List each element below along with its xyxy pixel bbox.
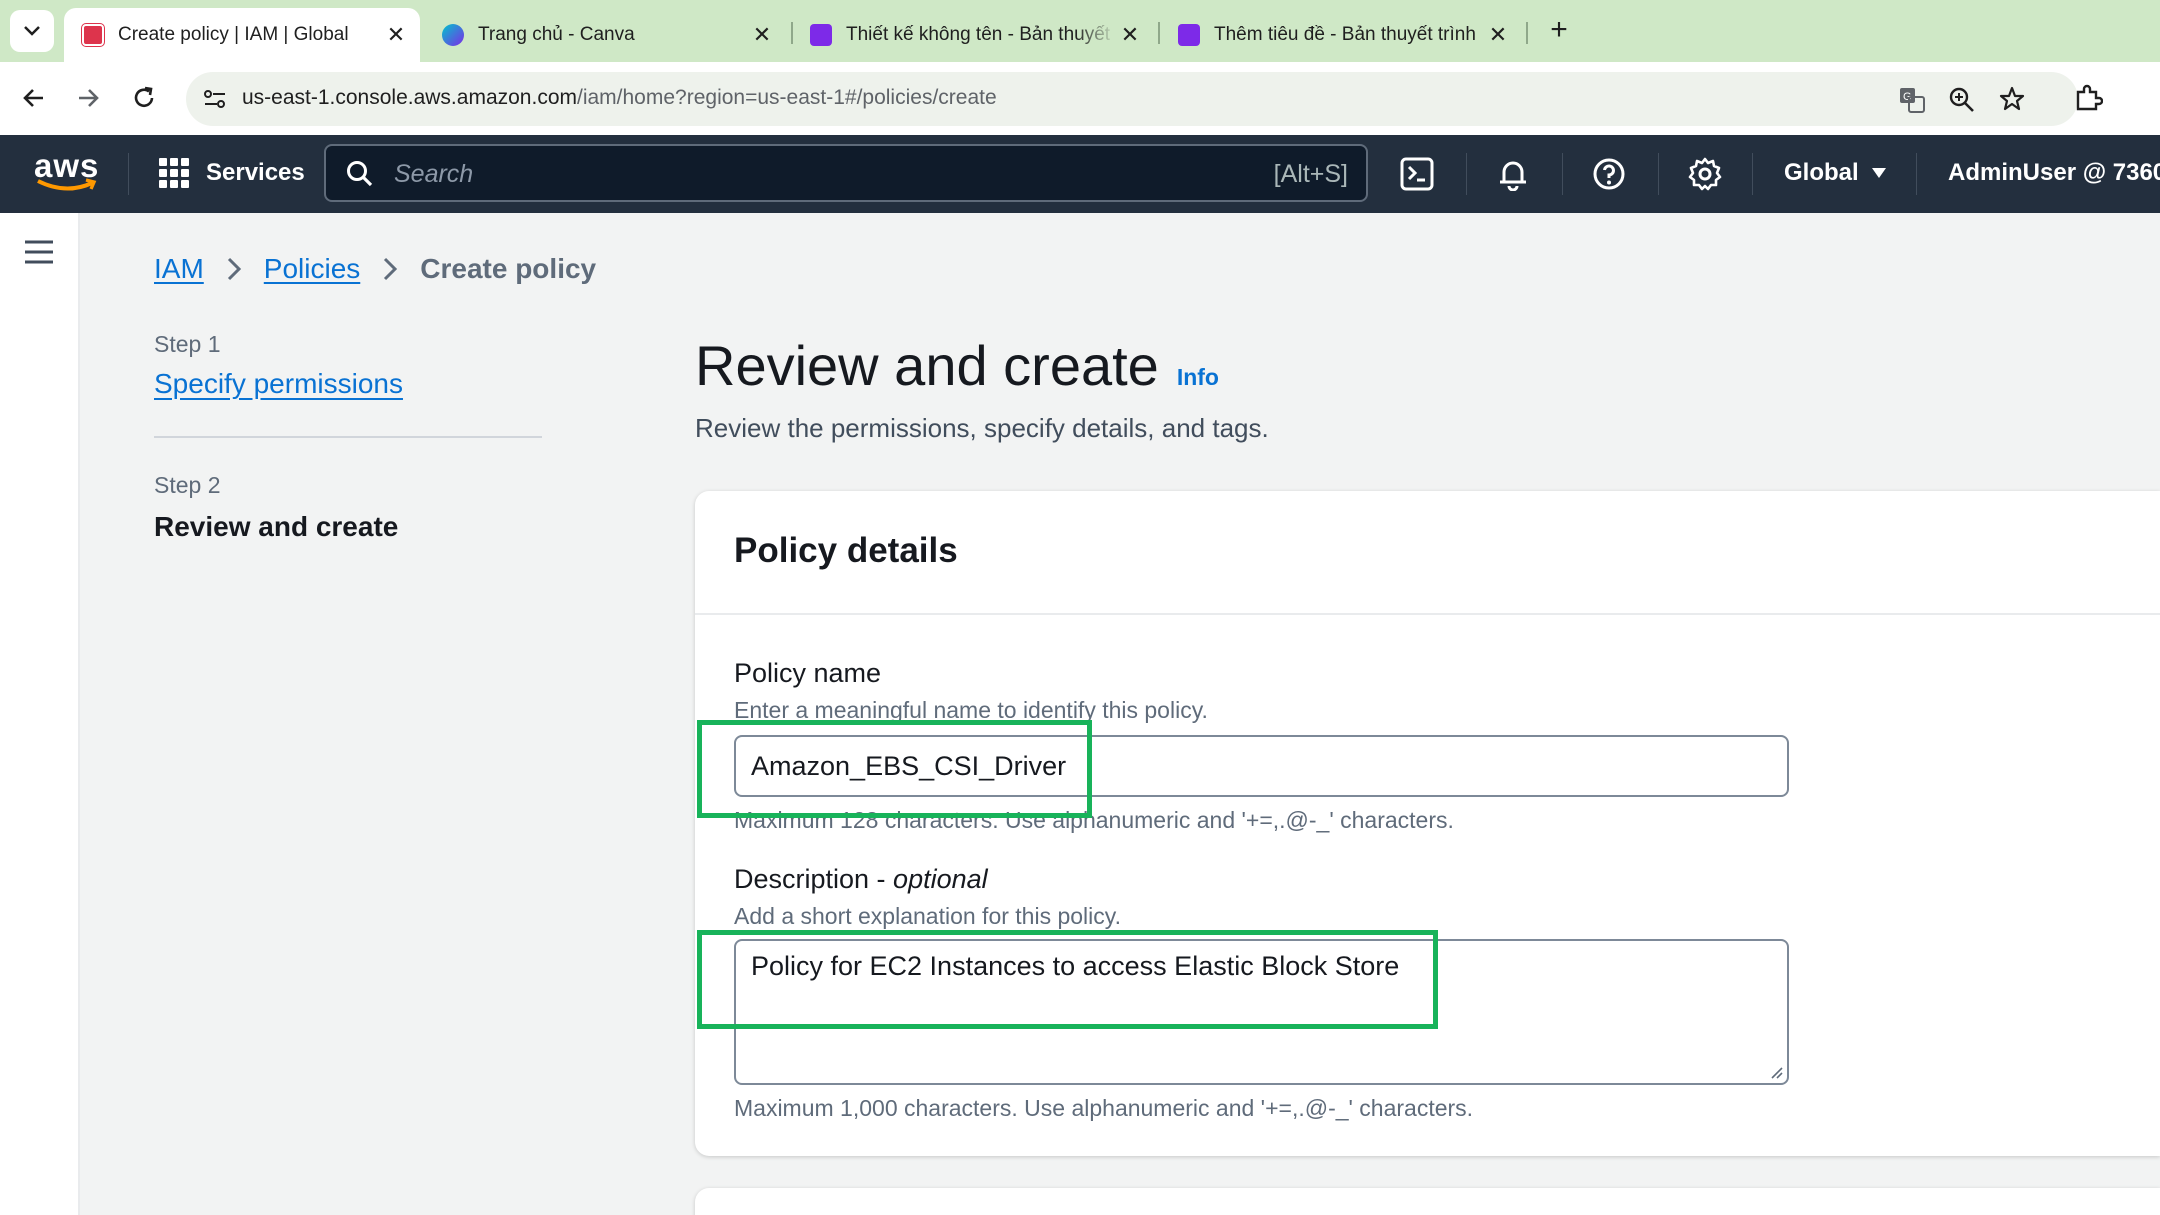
address-bar[interactable]: us-east-1.console.aws.amazon.com/iam/hom… (186, 72, 2078, 126)
tab-title: Thêm tiêu đề - Bản thuyết trình (1214, 24, 1476, 45)
tab-search-dropdown[interactable] (10, 10, 54, 52)
services-menu-button[interactable]: Services (158, 157, 305, 189)
forward-icon[interactable] (70, 80, 106, 116)
breadcrumb-iam-link[interactable]: IAM (154, 253, 204, 285)
canva-presentation-favicon-icon (1178, 24, 1200, 46)
main-content: IAM Policies Create policy Step 1 Specif… (80, 213, 2160, 1215)
help-icon[interactable] (1590, 155, 1628, 193)
description-label-text: Description - (734, 864, 894, 894)
browser-toolbar: us-east-1.console.aws.amazon.com/iam/hom… (0, 62, 2160, 135)
step-divider (154, 436, 542, 438)
browser-tab-bar: Create policy | IAM | Global ✕ Trang chủ… (0, 0, 2160, 62)
policy-name-label: Policy name (734, 658, 882, 688)
new-tab-button[interactable]: + (1540, 12, 1578, 50)
step-2-number: Step 2 (154, 472, 221, 498)
step-1-number: Step 1 (154, 331, 221, 357)
aws-console-header: aws Services Search [Alt+S] Global Admin… (0, 135, 2160, 213)
policy-details-panel: Policy details Policy name Enter a meani… (695, 491, 2160, 1156)
settings-gear-icon[interactable] (1686, 155, 1724, 193)
notifications-bell-icon[interactable] (1494, 155, 1532, 193)
next-panel (695, 1188, 2160, 1215)
services-label: Services (206, 159, 305, 186)
canva-presentation-favicon-icon (810, 24, 832, 46)
nav-divider (1752, 153, 1753, 195)
page-title-text: Review and create (695, 334, 1159, 397)
nav-divider (1466, 153, 1467, 195)
nav-divider (1562, 153, 1563, 195)
tab-canva-design[interactable]: Thiết kế không tên - Bản thuyết ✕ (792, 8, 1154, 62)
url-host: us-east-1.console.aws.amazon.com (242, 86, 577, 109)
aws-iam-favicon-icon (81, 23, 105, 47)
url-path: /iam/home?region=us-east-1#/policies/cre… (577, 86, 997, 109)
tab-title: Create policy | IAM | Global (118, 24, 349, 45)
breadcrumb-current: Create policy (420, 253, 597, 284)
close-icon[interactable]: ✕ (1116, 22, 1144, 48)
extensions-icon[interactable] (2070, 80, 2106, 116)
page-description: Review the permissions, specify details,… (695, 413, 1269, 443)
description-hint: Add a short explanation for this policy. (734, 903, 1121, 929)
translate-icon[interactable]: G (1898, 86, 1926, 114)
bookmark-star-icon[interactable] (1998, 85, 2026, 113)
caret-down-icon (1871, 168, 1886, 178)
back-icon[interactable] (16, 80, 52, 116)
tab-title: Trang chủ - Canva (478, 24, 635, 45)
tab-separator (1526, 22, 1528, 44)
region-label: Global (1784, 159, 1859, 186)
nav-divider (1658, 153, 1659, 195)
region-selector[interactable]: Global (1784, 159, 1887, 187)
step-1-link[interactable]: Specify permissions (154, 368, 542, 400)
url-text: us-east-1.console.aws.amazon.com/iam/hom… (242, 86, 997, 110)
annotation-highlight-box (697, 930, 1438, 1029)
aws-logo[interactable]: aws (34, 147, 98, 195)
cloudshell-icon[interactable] (1398, 155, 1436, 193)
resize-grip-icon[interactable] (1769, 1065, 1783, 1079)
search-input[interactable]: Search [Alt+S] (324, 144, 1368, 202)
description-label: Description - optional (734, 864, 988, 895)
wizard-steps: Step 1 Specify permissions Step 2 Review… (154, 331, 542, 543)
optional-label: optional (893, 864, 988, 894)
side-navigation (0, 213, 80, 1215)
search-placeholder: Search (394, 160, 474, 188)
search-shortcut: [Alt+S] (1273, 160, 1348, 188)
chevron-down-icon (24, 26, 40, 36)
account-menu[interactable]: AdminUser @ 7360- (1948, 159, 2160, 187)
close-icon[interactable]: ✕ (1484, 22, 1512, 48)
tab-canva-title[interactable]: Thêm tiêu đề - Bản thuyết trình ✕ (1160, 8, 1522, 62)
tab-title: Thiết kế không tên - Bản thuyết (846, 24, 1111, 45)
zoom-icon[interactable] (1948, 86, 1976, 114)
aws-smile-icon (37, 178, 97, 191)
panel-header: Policy details (695, 491, 2160, 615)
grid-menu-icon (159, 158, 189, 188)
close-icon[interactable]: ✕ (748, 22, 776, 48)
canva-favicon-icon (442, 24, 464, 46)
chevron-right-icon (227, 257, 241, 281)
close-icon[interactable]: ✕ (382, 22, 410, 48)
search-icon (347, 161, 373, 187)
nav-divider (1916, 153, 1917, 195)
info-link[interactable]: Info (1177, 364, 1219, 391)
description-constraint: Maximum 1,000 characters. Use alphanumer… (734, 1095, 1474, 1121)
breadcrumb: IAM Policies Create policy (154, 253, 596, 285)
panel-title: Policy details (734, 531, 958, 570)
tab-create-policy[interactable]: Create policy | IAM | Global ✕ (64, 8, 420, 62)
annotation-highlight-box (697, 720, 1092, 818)
nav-divider (128, 153, 129, 195)
reload-icon[interactable] (126, 80, 162, 116)
step-2-label: Review and create (154, 511, 399, 542)
page-title: Review and create Info (695, 333, 1219, 398)
site-settings-icon[interactable] (202, 87, 228, 111)
hamburger-menu-icon[interactable] (24, 237, 54, 267)
chevron-right-icon (384, 257, 398, 281)
tab-canva-home[interactable]: Trang chủ - Canva ✕ (424, 8, 786, 62)
breadcrumb-policies-link[interactable]: Policies (264, 253, 360, 285)
